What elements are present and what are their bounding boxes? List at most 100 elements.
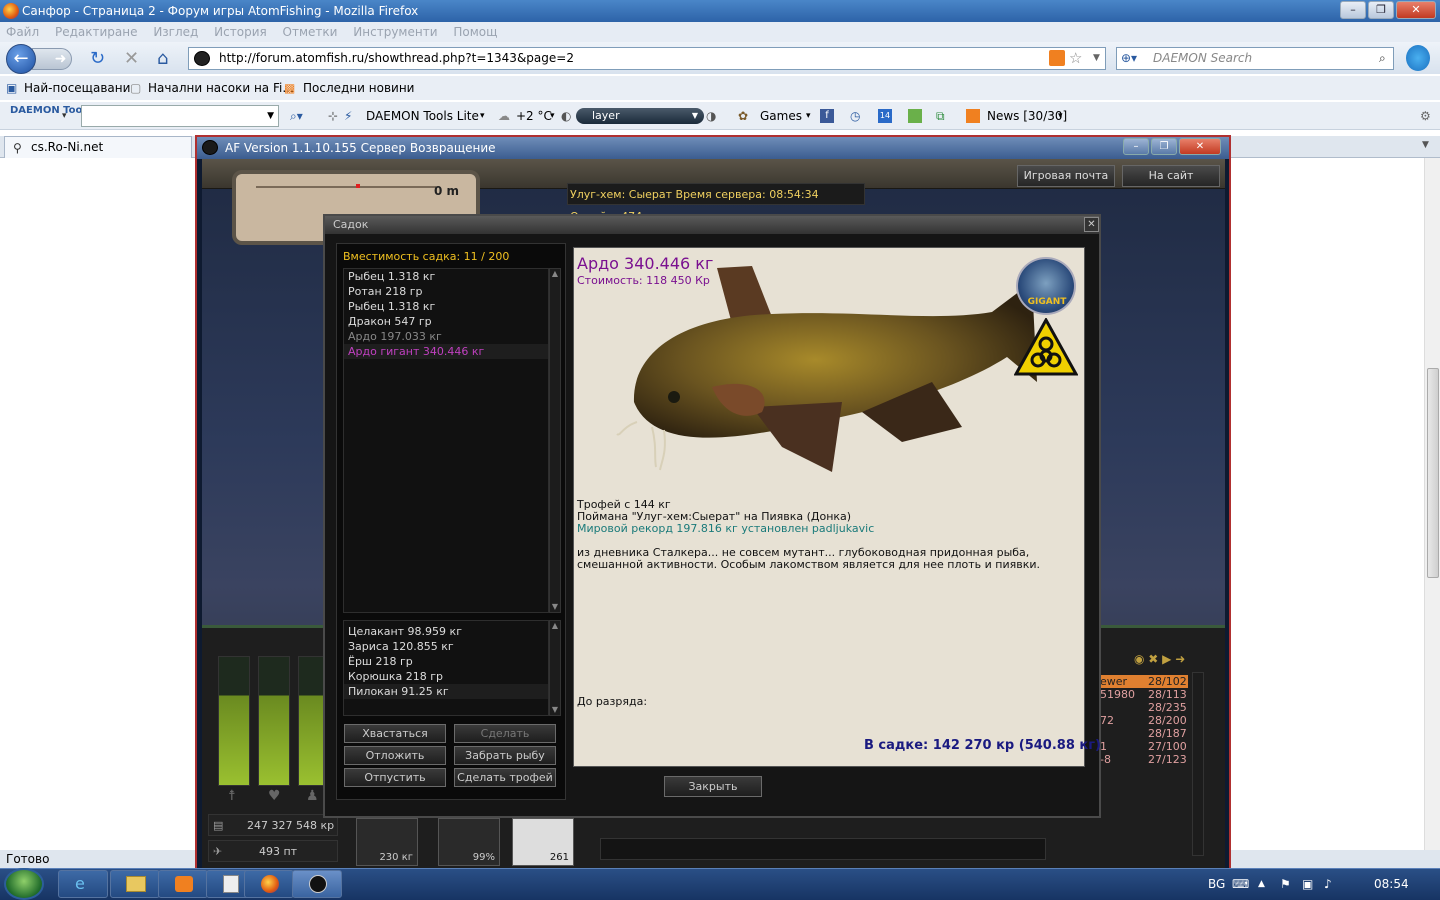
temperature-dropdown-icon[interactable]: ▾ <box>550 102 555 130</box>
player-row[interactable]: 1 27/100 <box>1098 740 1188 753</box>
fish-list-item[interactable]: Целакант 98.959 кг <box>344 624 548 639</box>
bookmark-most-visited[interactable]: Най-посещавани <box>24 76 130 100</box>
url-bar[interactable]: http://forum.atomfish.ru/showthread.php?… <box>188 47 1106 70</box>
player-row[interactable]: 28/187 <box>1098 727 1188 740</box>
news-dropdown-icon[interactable]: ▾ <box>1058 102 1063 130</box>
news-label[interactable]: News [30/30] <box>987 102 1067 130</box>
game-maximize-button[interactable]: ❐ <box>1151 138 1177 155</box>
daemon-tools-dropdown-icon[interactable]: ▾ <box>480 102 485 130</box>
stop-icon[interactable]: ✕ <box>124 50 139 68</box>
player-row[interactable]: 51980 28/113 <box>1098 688 1188 701</box>
player-row[interactable]: ewer 28/102 <box>1098 675 1188 688</box>
daemon-tools-lite-label[interactable]: DAEMON Tools Lite <box>366 102 479 130</box>
daemon-settings-icon[interactable]: ⚙ <box>1420 102 1431 130</box>
taskbar-firefox[interactable] <box>244 870 294 898</box>
scroll-up-icon[interactable]: ▲ <box>550 269 560 279</box>
daemon-search-select[interactable]: ▼ <box>81 105 279 127</box>
menu-view[interactable]: Изглед <box>153 25 198 39</box>
keepnet-close-icon[interactable]: ✕ <box>1084 217 1099 232</box>
fish-list-item[interactable]: Рыбец 1.318 кг <box>344 269 548 284</box>
keyboard-icon[interactable]: ⌨ <box>1232 868 1249 900</box>
menu-bookmarks[interactable]: Отметки <box>283 25 338 39</box>
start-button[interactable] <box>4 868 44 900</box>
menu-file[interactable]: Файл <box>6 25 39 39</box>
menu-help[interactable]: Помощ <box>453 25 497 39</box>
fish-list-item[interactable]: Рыбец 1.318 кг <box>344 299 548 314</box>
menu-tools[interactable]: Инструменти <box>353 25 437 39</box>
taskbar-ie[interactable]: e <box>58 870 108 898</box>
to-site-button[interactable]: На сайт <box>1122 165 1220 187</box>
search-icon[interactable]: ⌕ <box>1379 48 1386 69</box>
temperature-label[interactable]: +2 °C <box>516 102 552 130</box>
make-trophy-button[interactable]: Сделать трофей <box>454 768 556 787</box>
slot-bait[interactable]: 261 <box>512 818 574 866</box>
player-row[interactable]: 72 28/200 <box>1098 714 1188 727</box>
daemon-search-icon[interactable]: ⌕▾ <box>290 102 303 130</box>
tab-list-icon[interactable]: ▼ <box>1422 140 1429 150</box>
scroll-down-icon[interactable]: ▼ <box>550 705 560 715</box>
close-window-button[interactable]: ✕ <box>1396 1 1436 19</box>
menu-edit[interactable]: Редактиране <box>55 25 138 39</box>
network-icon[interactable]: ⧉ <box>936 102 945 130</box>
fish-list-item[interactable]: Ротан 218 гр <box>344 284 548 299</box>
search-input[interactable]: ⊕▾ DAEMON Search ⌕ <box>1116 47 1394 70</box>
taskbar-atomfishing[interactable] <box>292 870 342 898</box>
clock-time[interactable]: 08:54 <box>1374 868 1409 900</box>
scroll-down-icon[interactable]: ▼ <box>550 602 560 612</box>
fish-list-item[interactable]: Пилокан 91.25 кг <box>344 684 548 699</box>
scrollbar-thumb[interactable] <box>1427 368 1439 578</box>
games-dropdown-icon[interactable]: ▾ <box>806 102 811 130</box>
fish-list-item[interactable]: Ёрш 218 гр <box>344 654 548 669</box>
fish-list-scrollbar[interactable]: ▲ ▼ <box>549 268 561 613</box>
bookmark-latest-news[interactable]: Последни новини <box>303 76 414 100</box>
person-icon[interactable]: ☨ <box>228 788 236 804</box>
clock-icon[interactable]: ◷ <box>850 102 860 130</box>
layer-player[interactable]: layer ▼ <box>576 108 704 124</box>
close-dialog-button[interactable]: Закрыть <box>664 776 762 797</box>
player-row[interactable]: 28/235 <box>1098 701 1188 714</box>
fish-list-item[interactable]: Ардо 197.033 кг <box>344 329 548 344</box>
game-mail-button[interactable]: Игровая почта <box>1017 165 1115 187</box>
maximize-button[interactable]: ❐ <box>1368 1 1394 19</box>
calendar-icon[interactable]: 14 <box>878 109 892 123</box>
player-next-icon[interactable]: ◑ <box>706 102 716 130</box>
back-button[interactable]: ← <box>6 44 36 74</box>
minimize-button[interactable]: – <box>1340 1 1366 19</box>
games-label[interactable]: Games <box>760 102 802 130</box>
fish-list-item[interactable]: Зариса 120.855 кг <box>344 639 548 654</box>
taskbar-media[interactable] <box>158 870 208 898</box>
fish-list-item-selected[interactable]: Ардо гигант 340.446 кг <box>344 344 548 359</box>
fish-list-item[interactable]: Корюшка 218 гр <box>344 669 548 684</box>
notes-icon[interactable] <box>908 109 922 123</box>
make-bait-button[interactable]: Сделать наживку <box>454 724 556 757</box>
game-minimize-button[interactable]: – <box>1123 138 1149 155</box>
slot-rod[interactable]: 230 кг <box>356 818 418 866</box>
scroll-up-icon[interactable]: ▲ <box>550 621 560 631</box>
game-close-button[interactable]: ✕ <box>1179 138 1221 155</box>
url-dropdown-icon[interactable]: ▼ <box>1093 48 1100 69</box>
flag-icon[interactable]: ⚑ <box>1280 868 1291 900</box>
volume-icon[interactable]: ♪ <box>1324 868 1332 900</box>
daemon-menu-icon[interactable]: ▾ <box>62 102 67 130</box>
taskbar-explorer[interactable] <box>110 870 160 898</box>
figure-icon[interactable]: ♟ <box>306 788 319 804</box>
fish-list2-scrollbar[interactable]: ▲ ▼ <box>549 620 561 716</box>
player-prev-icon[interactable]: ◐ <box>561 102 571 130</box>
tray-expand-icon[interactable]: ▲ <box>1258 868 1265 900</box>
search-engine-icon[interactable]: ⊕▾ <box>1121 48 1137 69</box>
reload-icon[interactable]: ↻ <box>90 50 105 68</box>
brag-button[interactable]: Хвастаться <box>344 724 446 743</box>
menu-history[interactable]: История <box>214 25 267 39</box>
page-scrollbar[interactable] <box>1424 158 1440 850</box>
release-button[interactable]: Отпустить <box>344 768 446 787</box>
chat-input[interactable] <box>600 838 1046 860</box>
facebook-icon[interactable]: f <box>820 109 834 123</box>
slot-reel[interactable]: 99% <box>438 818 500 866</box>
heart-icon[interactable]: ♥ <box>268 788 281 804</box>
rss-icon[interactable] <box>1049 50 1065 66</box>
bookmark-getting-started[interactable]: Начални насоки на Fi... <box>148 76 294 100</box>
language-indicator[interactable]: BG <box>1208 868 1225 900</box>
panel-icons[interactable]: ◉ ✖ ▶ ➜ <box>1134 652 1185 666</box>
player-row[interactable]: -8 27/123 <box>1098 753 1188 766</box>
tab-cs-ro-ni[interactable]: ⚲ cs.Ro-Ni.net <box>4 136 192 158</box>
